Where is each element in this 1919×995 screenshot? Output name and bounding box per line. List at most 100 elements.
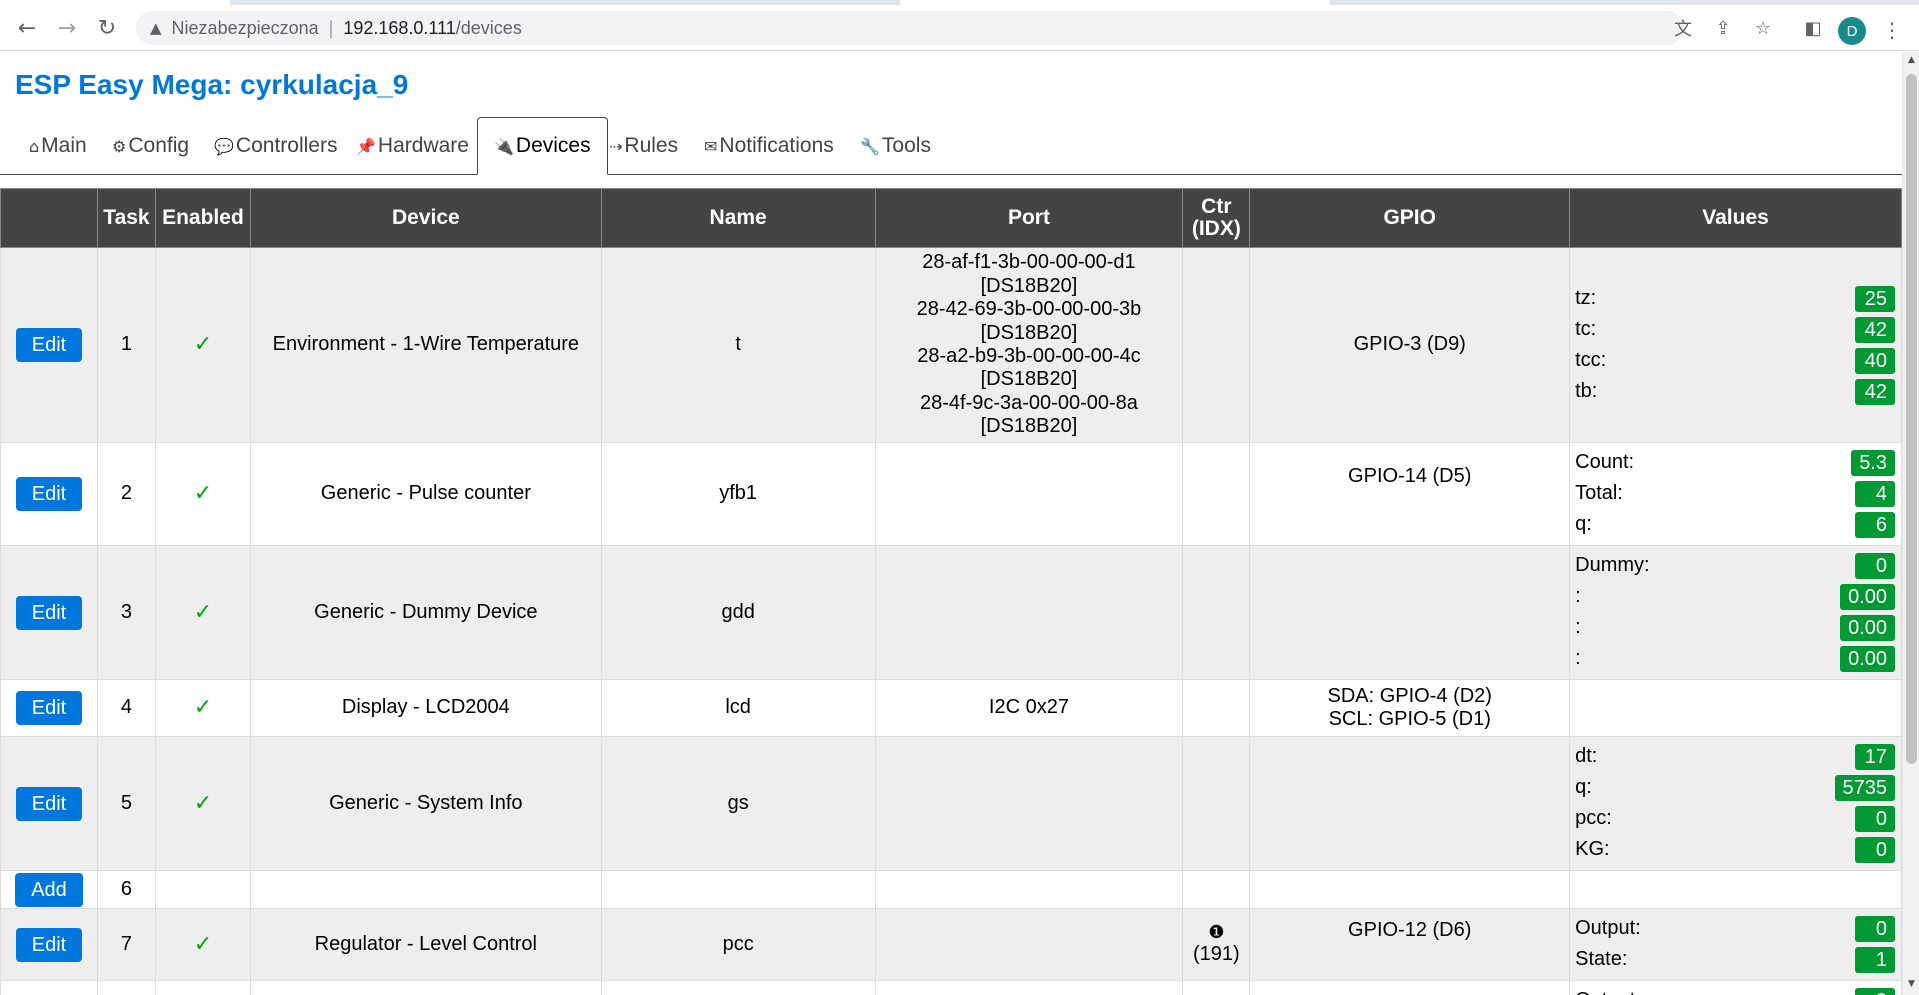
values-cell: Output: 0 State: 1 — [1569, 908, 1902, 981]
side-panel-icon[interactable]: ◧ — [1796, 11, 1830, 45]
name-cell: yfb1 — [600, 442, 876, 546]
table-row: Edit 7 ✓ Regulator - Level Control pcc ❶ (191)… — [0, 908, 1902, 981]
tab-hardware[interactable]: 📌 Hardware — [352, 117, 473, 175]
column-header: Enabled — [154, 188, 251, 248]
value-label: pcc: — [1575, 807, 1612, 830]
tab-rules[interactable]: ⇢ Rules — [605, 117, 682, 175]
port-cell: 28-af-f1-3b-00-00-00-d1 [DS18B20] 28-42-69… — [874, 247, 1184, 443]
home-icon: ⌂ — [29, 136, 40, 156]
enabled-cell: ✓ — [154, 247, 251, 443]
envelope-icon: ✉ — [704, 136, 718, 156]
tab-label: Devices — [515, 134, 591, 157]
edit-button[interactable]: Edit — [15, 328, 83, 362]
value-row: Count: 5.3 — [1575, 448, 1895, 479]
value-label: tc: — [1575, 317, 1597, 340]
port-line: [DS18B20] — [980, 274, 1078, 297]
tab-notifications[interactable]: ✉ Notifications — [700, 117, 838, 175]
table-row: Add 6 — [0, 870, 1902, 909]
table-row: Output: 0 — [0, 980, 1902, 995]
value-label: : — [1575, 616, 1581, 639]
speech-bubble-icon: 💬 — [214, 136, 234, 156]
scrollbar-thumb[interactable] — [1906, 74, 1917, 764]
tab-config[interactable]: ⚙ Config — [108, 117, 193, 175]
value-label: tcc: — [1575, 348, 1607, 371]
ctr-idx: (191) — [1193, 943, 1240, 966]
name-cell — [600, 980, 876, 995]
gpio-line: SCL: GPIO-5 (D1) — [1328, 708, 1491, 730]
port-line: I2C 0x27 — [988, 696, 1069, 719]
address-bar[interactable]: ▲ Niezabezpieczona | 192.168.0.111/devic… — [136, 11, 1684, 45]
edit-button[interactable]: Edit — [15, 595, 83, 630]
value-row: tcc: 40 — [1575, 345, 1895, 376]
vertical-scrollbar[interactable]: ▲ ▼ — [1902, 52, 1919, 995]
action-cell: Edit — [0, 247, 98, 443]
task-cell: 4 — [96, 679, 156, 737]
value-label: dt: — [1575, 745, 1598, 768]
url-path: /devices — [455, 17, 522, 38]
ctr-cell: ❶ (191) — [1182, 908, 1251, 981]
checkmark-icon: ✓ — [193, 332, 213, 358]
tab-label: Hardware — [377, 134, 469, 157]
value-label: tz: — [1575, 286, 1597, 309]
scroll-down-icon[interactable]: ▼ — [1907, 980, 1916, 989]
page-title: ESP Easy Mega: cyrkulacja_9 — [15, 69, 409, 100]
value-row: tz: 25 — [1575, 283, 1895, 314]
column-header: Values — [1569, 188, 1902, 248]
share-icon[interactable]: ⇪ — [1706, 11, 1740, 45]
column-header: GPIO — [1249, 188, 1571, 248]
add-button[interactable]: Add — [15, 872, 83, 907]
value-label: Output: — [1575, 917, 1641, 940]
value-label: q: — [1575, 513, 1592, 536]
value-badge: 0 — [1855, 837, 1895, 863]
value-row: dt: 17 — [1575, 742, 1895, 773]
reload-icon[interactable]: ↻ — [92, 13, 122, 43]
gpio-cell — [1249, 545, 1571, 680]
value-label: tb: — [1575, 379, 1598, 402]
name-cell: gdd — [600, 545, 876, 680]
back-icon[interactable]: ← — [12, 13, 42, 43]
edit-button[interactable]: Edit — [15, 477, 83, 511]
gpio-line: SDA: GPIO-4 (D2) — [1327, 684, 1492, 707]
tab-main[interactable]: ⌂ Main — [25, 117, 91, 175]
value-row: tb: 42 — [1575, 376, 1895, 407]
warning-icon[interactable]: ▲ — [150, 19, 162, 37]
value-badge: 5.3 — [1851, 450, 1895, 476]
browser-menu-icon[interactable]: ⋮ — [1880, 15, 1904, 45]
tab-devices[interactable]: 🔌 Devices — [477, 117, 608, 175]
tab-label: Rules — [624, 134, 679, 157]
controller-number-icon: ❶ — [1208, 922, 1225, 944]
edit-button[interactable]: Edit — [15, 786, 83, 821]
column-header: Device — [249, 188, 602, 248]
tab-label: Tools — [881, 134, 931, 157]
profile-avatar[interactable]: D — [1838, 17, 1866, 45]
value-row: : 0.00 — [1575, 582, 1895, 613]
edit-button[interactable]: Edit — [15, 927, 83, 962]
gear-icon: ⚙ — [112, 136, 127, 156]
tab-controllers[interactable]: 💬 Controllers — [210, 117, 341, 175]
device-cell: Regulator - Level Control — [249, 908, 602, 981]
values-cell: Count: 5.3 Total: 4 q: 6 — [1569, 442, 1902, 546]
value-badge: 40 — [1855, 347, 1895, 374]
devices-table: Task Enabled Device Name Port Ctr (IDX) GPIO Va… — [0, 188, 1902, 995]
value-label: State: — [1575, 948, 1628, 971]
port-cell: I2C 0x27 — [874, 679, 1184, 737]
port-line: 28-4f-9c-3a-00-00-00-8a — [920, 391, 1138, 414]
bookmark-star-icon[interactable]: ☆ — [1746, 11, 1780, 45]
value-row: : 0.00 — [1575, 644, 1895, 675]
forward-icon[interactable]: → — [52, 13, 82, 43]
tab-tools[interactable]: 🔧 Tools — [856, 117, 935, 175]
translate-icon[interactable]: 文 — [1666, 11, 1700, 45]
value-row: q: 5735 — [1575, 773, 1895, 804]
values-cell: Dummy: 0: 0.00: 0.00: 0.00 — [1569, 545, 1902, 680]
value-row: Output: 0 — [1575, 914, 1895, 945]
ctr-cell — [1182, 736, 1251, 871]
security-label[interactable]: Niezabezpieczona — [172, 18, 319, 39]
checkmark-icon: ✓ — [193, 790, 213, 816]
scroll-up-icon[interactable]: ▲ — [1907, 56, 1916, 65]
column-header: Port — [874, 188, 1184, 248]
action-cell: Edit — [0, 736, 98, 871]
port-cell — [874, 545, 1184, 680]
edit-button[interactable]: Edit — [15, 691, 83, 725]
wrench-icon: 🔧 — [860, 136, 880, 156]
name-cell — [600, 870, 876, 909]
